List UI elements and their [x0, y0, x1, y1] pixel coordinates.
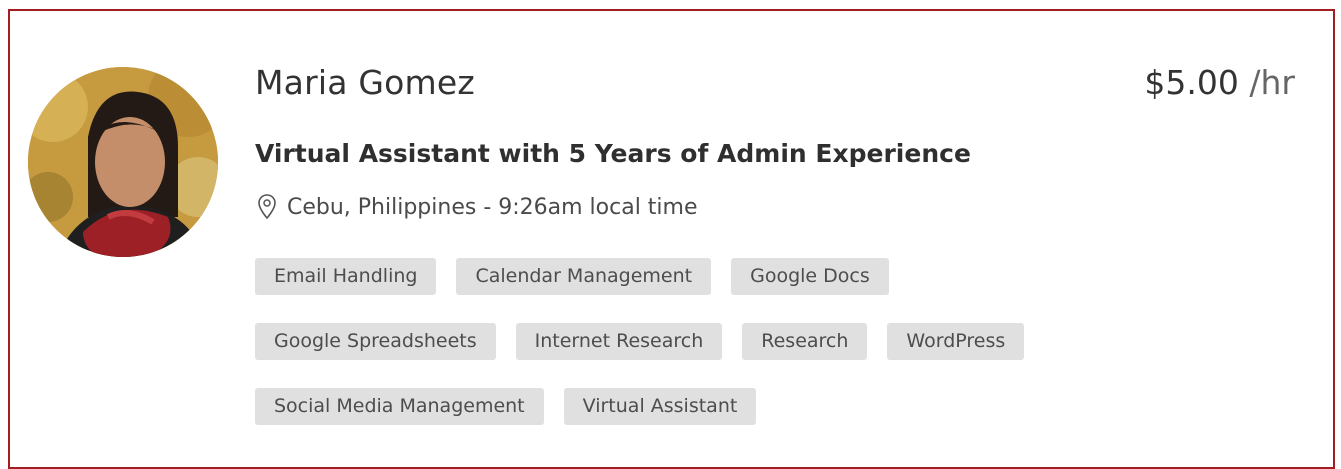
skill-tag[interactable]: Social Media Management [255, 388, 544, 425]
hourly-rate: $5.00 /hr [1144, 63, 1295, 102]
skill-tag[interactable]: Email Handling [255, 258, 437, 295]
skill-tag[interactable]: Virtual Assistant [563, 388, 757, 425]
skill-row: Email Handling Calendar Management Googl… [255, 258, 1175, 295]
skill-row: Social Media Management Virtual Assistan… [255, 388, 1175, 425]
profile-headline[interactable]: Virtual Assistant with 5 Years of Admin … [255, 139, 971, 168]
location-line: Cebu, Philippines - 9:26am local time [257, 194, 698, 220]
skill-tag[interactable]: Google Docs [731, 258, 889, 295]
location-text: Cebu, Philippines - 9:26am local time [287, 194, 698, 220]
rate-amount: $5.00 [1144, 63, 1239, 102]
skills-list: Email Handling Calendar Management Googl… [255, 258, 1175, 453]
rate-unit: /hr [1249, 63, 1295, 102]
skill-tag[interactable]: Calendar Management [456, 258, 712, 295]
freelancer-name[interactable]: Maria Gomez [255, 63, 475, 102]
skill-tag[interactable]: Research [742, 323, 868, 360]
skill-tag[interactable]: Internet Research [515, 323, 723, 360]
skill-tag[interactable]: Google Spreadsheets [255, 323, 496, 360]
avatar-photo [28, 67, 218, 257]
map-pin-icon [258, 194, 276, 220]
avatar[interactable] [28, 67, 218, 257]
skill-tag[interactable]: WordPress [887, 323, 1025, 360]
skill-row: Google Spreadsheets Internet Research Re… [255, 323, 1175, 360]
freelancer-card[interactable]: Maria Gomez $5.00 /hr Virtual Assistant … [8, 9, 1335, 469]
